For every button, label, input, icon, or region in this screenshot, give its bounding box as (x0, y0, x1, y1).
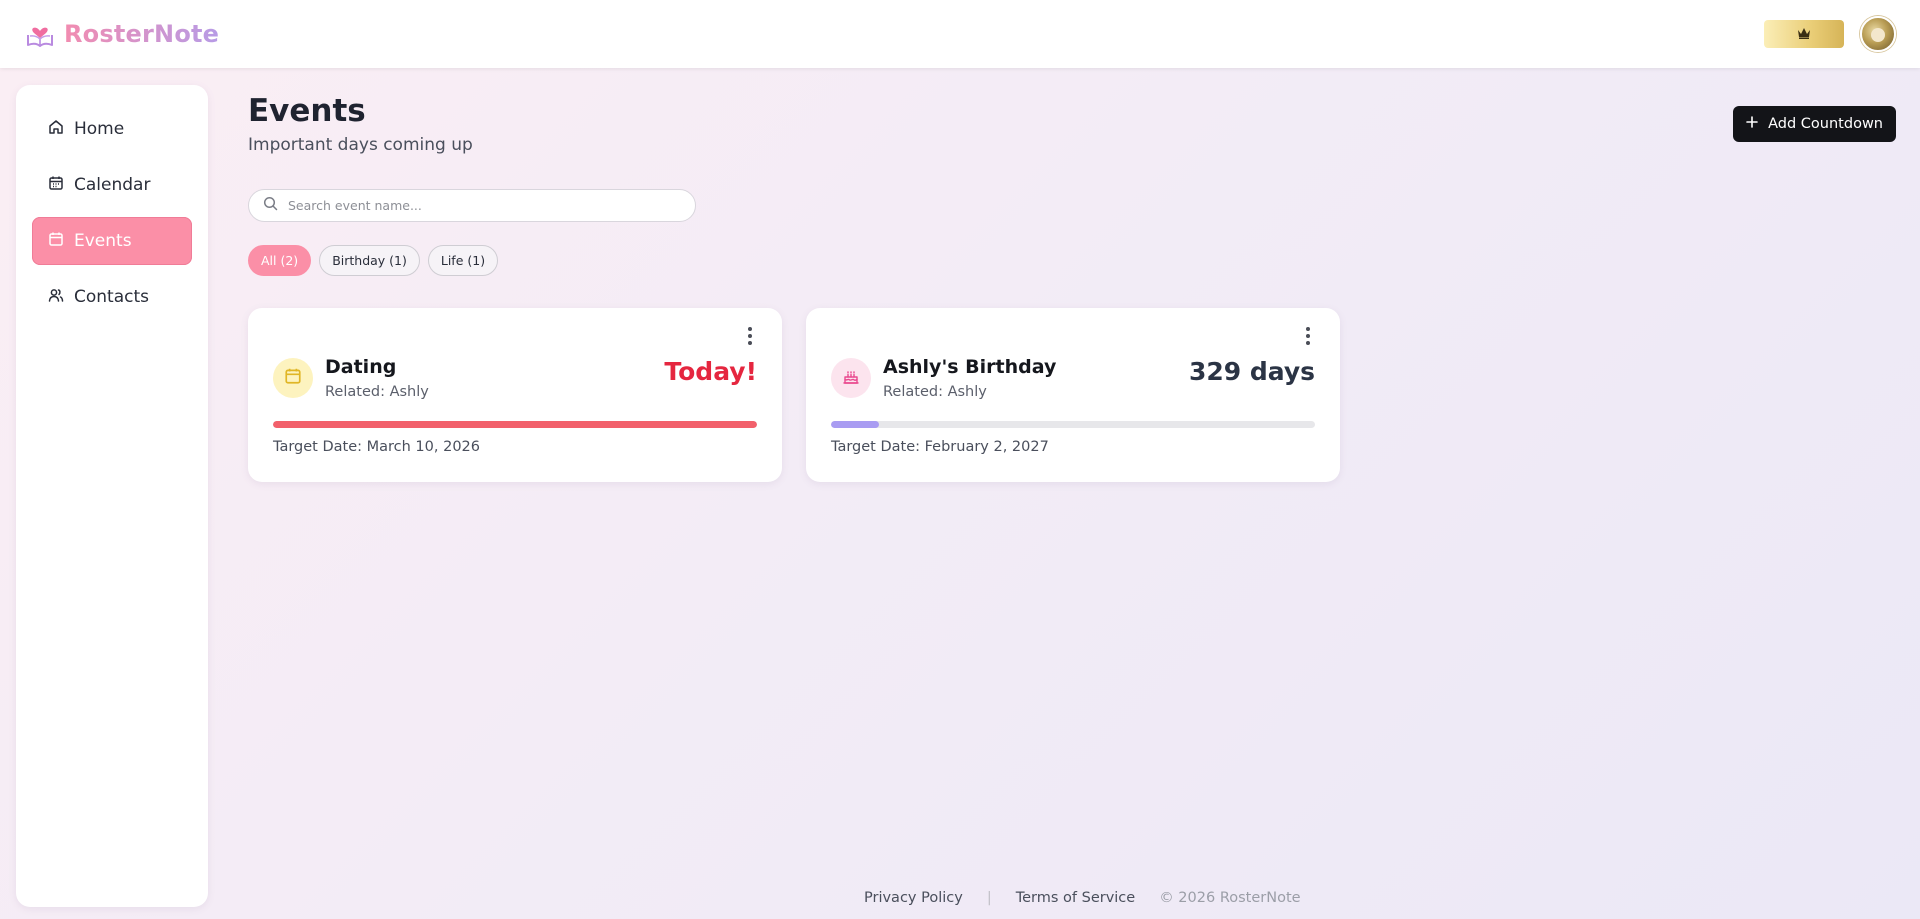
sidebar-item-home[interactable]: Home (32, 105, 192, 153)
filter-birthday[interactable]: Birthday (1) (319, 245, 420, 276)
search-icon (263, 196, 278, 215)
brand-name: RosterNote (64, 20, 220, 48)
more-options-icon[interactable] (1302, 324, 1314, 348)
brand[interactable]: RosterNote (24, 18, 219, 50)
event-card[interactable]: Dating Related: Ashly Today! Target Date… (248, 308, 782, 482)
sidebar-item-events[interactable]: Events (32, 217, 192, 265)
event-progress-bar (831, 421, 1315, 428)
filter-all[interactable]: All (2) (248, 245, 312, 276)
main-content: Events Important days coming up Add Coun… (248, 85, 1896, 482)
plus-icon (1746, 116, 1758, 132)
premium-button[interactable] (1764, 20, 1844, 48)
event-icon-wrap (273, 358, 313, 398)
event-target-date: Target Date: February 2, 2027 (831, 439, 1049, 455)
search-input[interactable] (288, 198, 681, 213)
crown-icon (1797, 27, 1811, 42)
filter-life[interactable]: Life (1) (427, 245, 499, 276)
calendar-icon (284, 367, 302, 389)
event-progress-bar (273, 421, 757, 428)
avatar[interactable] (1860, 16, 1896, 52)
sidebar-item-label: Contacts (74, 287, 149, 307)
event-info: Dating Related: Ashly (325, 356, 664, 400)
users-icon (48, 287, 64, 308)
event-card-header: Dating Related: Ashly Today! (273, 356, 757, 400)
event-title: Ashly's Birthday (883, 356, 1057, 378)
event-card-header: Ashly's Birthday Related: Ashly 329 days (831, 356, 1315, 400)
heart-book-icon (24, 18, 56, 50)
sidebar-item-label: Events (74, 231, 132, 251)
event-progress-fill (273, 421, 757, 428)
home-icon (48, 119, 64, 140)
filter-chips: All (2) Birthday (1) Life (1) (248, 245, 1896, 276)
terms-of-service-link[interactable]: Terms of Service (1016, 890, 1135, 906)
calendar-icon (48, 175, 64, 196)
sidebar-item-label: Calendar (74, 175, 151, 195)
copyright: © 2026 RosterNote (1159, 890, 1301, 906)
calendar-icon (48, 231, 64, 252)
event-target-date: Target Date: March 10, 2026 (273, 439, 481, 455)
privacy-policy-link[interactable]: Privacy Policy (864, 890, 963, 906)
event-cards: Dating Related: Ashly Today! Target Date… (248, 308, 1896, 482)
sidebar-item-label: Home (74, 119, 125, 139)
event-card[interactable]: Ashly's Birthday Related: Ashly 329 days… (806, 308, 1340, 482)
cake-icon (842, 367, 860, 389)
event-related: Related: Ashly (883, 384, 987, 400)
event-related: Related: Ashly (325, 384, 429, 400)
event-icon-wrap (831, 358, 871, 398)
more-options-icon[interactable] (744, 324, 756, 348)
sidebar: Home Calendar Events Contacts (16, 85, 208, 907)
header-actions (1764, 16, 1896, 52)
search-box (248, 189, 696, 222)
footer: Privacy Policy | Terms of Service © 2026… (864, 890, 1301, 906)
page-title: Events (248, 93, 366, 129)
event-info: Ashly's Birthday Related: Ashly (883, 356, 1189, 400)
event-countdown: Today! (664, 356, 757, 386)
sidebar-item-contacts[interactable]: Contacts (32, 273, 192, 321)
page-subtitle: Important days coming up (248, 135, 473, 155)
add-countdown-button[interactable]: Add Countdown (1733, 106, 1896, 142)
avatar-face (1871, 28, 1885, 42)
event-progress-fill (831, 421, 880, 428)
add-countdown-label: Add Countdown (1768, 116, 1883, 132)
top-bar: RosterNote (0, 0, 1920, 68)
event-title: Dating (325, 356, 397, 378)
event-countdown: 329 days (1188, 356, 1315, 386)
footer-separator: | (986, 890, 992, 906)
sidebar-item-calendar[interactable]: Calendar (32, 161, 192, 209)
